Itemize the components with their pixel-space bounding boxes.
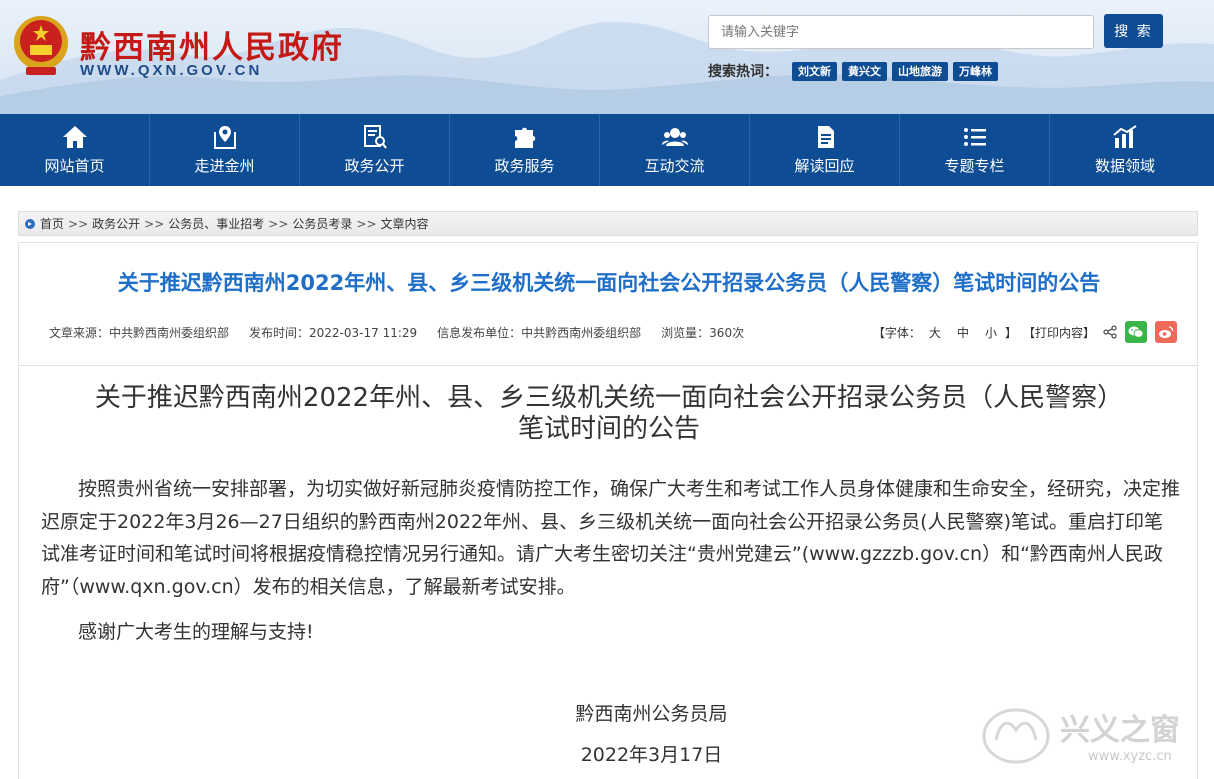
weibo-share-icon[interactable] bbox=[1155, 321, 1177, 343]
breadcrumb-home[interactable]: 首页 bbox=[40, 215, 64, 232]
article-container: 关于推迟黔西南州2022年州、县、乡三级机关统一面向社会公开招录公务员（人民警察… bbox=[18, 242, 1199, 779]
search-input[interactable] bbox=[708, 15, 1094, 49]
article-source: 文章来源：中共黔西南州委组织部 bbox=[49, 326, 230, 340]
article-meta: 文章来源：中共黔西南州委组织部 发布时间：2022-03-17 11:29 信息… bbox=[49, 324, 744, 341]
chart-icon bbox=[1113, 125, 1137, 148]
hot-tag[interactable]: 万峰林 bbox=[953, 62, 998, 81]
nav-item-gov-affairs[interactable]: 政务公开 bbox=[300, 114, 450, 186]
nav-label: 解读回应 bbox=[794, 157, 855, 175]
article-tools: 【字体： 大 中 小 】 【打印内容】 bbox=[873, 321, 1177, 343]
font-size-end: 】 bbox=[1004, 325, 1017, 340]
breadcrumb-civil-servant[interactable]: 公务员考录 bbox=[292, 215, 352, 232]
breadcrumb-recruitment[interactable]: 公务员、事业招考 bbox=[168, 215, 264, 232]
arrow-right-icon bbox=[25, 218, 35, 229]
nav-item-home[interactable]: 网站首页 bbox=[0, 114, 150, 186]
watermark-url: www.xyzc.cn bbox=[1088, 749, 1172, 764]
hot-tag[interactable]: 黄兴文 bbox=[842, 62, 887, 81]
body-title-line: 关于推迟黔西南州2022年州、县、乡三级机关统一面向社会公开招录公务员（人民警察… bbox=[94, 383, 1124, 413]
watermark-logo: 兴义之窗 www.xyzc.cn bbox=[982, 708, 1180, 764]
nav-item-jinzhou[interactable]: 走进金州 bbox=[150, 114, 300, 186]
hot-search-tags: 刘文新 黄兴文 山地旅游 万峰林 bbox=[792, 62, 998, 81]
article-paragraph: 感谢广大考生的理解与支持! bbox=[78, 621, 314, 643]
watermark-text: 兴义之窗 bbox=[1060, 713, 1180, 748]
font-medium-button[interactable]: 中 bbox=[957, 324, 969, 341]
article-paragraph: 按照贵州省统一安排部署，为切实做好新冠肺炎疫情防控工作，确保广大考生和考试工作人… bbox=[41, 478, 1181, 598]
print-button[interactable]: 【打印内容】 bbox=[1023, 324, 1095, 341]
font-large-button[interactable]: 大 bbox=[929, 324, 941, 341]
main-nav: 网站首页 走进金州 政务公开 政务服务 互动交流 解读回应 专题专栏 数据领域 bbox=[0, 114, 1214, 186]
article-date: 发布时间：2022-03-17 11:29 bbox=[249, 326, 418, 340]
nav-label: 政务服务 bbox=[494, 157, 555, 175]
nav-label: 专题专栏 bbox=[944, 157, 1005, 175]
national-emblem-icon bbox=[14, 16, 68, 75]
breadcrumb-gov-affairs[interactable]: 政务公开 bbox=[92, 215, 140, 232]
nav-item-interpretation[interactable]: 解读回应 bbox=[750, 114, 900, 186]
site-url: WWW.QXN.GOV.CN bbox=[80, 62, 263, 79]
nav-item-topics[interactable]: 专题专栏 bbox=[900, 114, 1050, 186]
nav-item-data[interactable]: 数据领域 bbox=[1050, 114, 1200, 186]
users-icon bbox=[661, 128, 688, 146]
share-icon[interactable] bbox=[1103, 325, 1117, 339]
font-small-button[interactable]: 小 bbox=[985, 324, 997, 341]
map-pin-icon bbox=[213, 126, 236, 149]
article-title: 关于推迟黔西南州2022年州、县、乡三级机关统一面向社会公开招录公务员（人民警察… bbox=[117, 271, 1101, 295]
breadcrumb-separator: >> bbox=[268, 216, 289, 231]
breadcrumb-separator: >> bbox=[68, 216, 89, 231]
breadcrumb-current: 文章内容 bbox=[380, 217, 429, 231]
article-views: 浏览量：360次 bbox=[661, 326, 745, 340]
hot-tag[interactable]: 刘文新 bbox=[792, 62, 837, 81]
body-title: 关于推迟黔西南州2022年州、县、乡三级机关统一面向社会公开招录公务员（人民警察… bbox=[19, 383, 1199, 445]
hot-search-label: 搜索热词： bbox=[708, 64, 778, 80]
nav-label: 政务公开 bbox=[344, 157, 405, 175]
home-icon bbox=[62, 126, 87, 148]
file-icon bbox=[817, 126, 834, 148]
nav-label: 走进金州 bbox=[194, 157, 255, 175]
body-title-line: 笔试时间的公告 bbox=[517, 414, 700, 444]
hot-tag[interactable]: 山地旅游 bbox=[892, 62, 948, 81]
list-icon bbox=[963, 128, 986, 146]
nav-item-gov-services[interactable]: 政务服务 bbox=[450, 114, 600, 186]
breadcrumb-separator: >> bbox=[356, 216, 377, 231]
font-size-label: 【字体： bbox=[872, 325, 921, 340]
article-publisher: 信息发布单位：中共黔西南州委组织部 bbox=[437, 326, 642, 340]
site-name[interactable]: 黔西南州人民政府 bbox=[80, 22, 344, 67]
document-search-icon bbox=[363, 125, 387, 149]
nav-label: 数据领域 bbox=[1094, 157, 1155, 175]
meta-divider bbox=[19, 365, 1199, 366]
search-button[interactable]: 搜 索 bbox=[1104, 14, 1163, 48]
breadcrumb-separator: >> bbox=[144, 216, 165, 231]
site-header: 黔西南州人民政府 WWW.QXN.GOV.CN 搜 索 搜索热词： 刘文新 黄兴… bbox=[0, 0, 1214, 114]
nav-label: 互动交流 bbox=[644, 157, 705, 175]
nav-label: 网站首页 bbox=[44, 157, 105, 175]
wechat-share-icon[interactable] bbox=[1125, 321, 1147, 343]
breadcrumb: 首页 >> 政务公开 >> 公务员、事业招考 >> 公务员考录 >> 文章内容 bbox=[18, 211, 1198, 236]
puzzle-icon bbox=[514, 127, 535, 148]
nav-item-interaction[interactable]: 互动交流 bbox=[600, 114, 750, 186]
